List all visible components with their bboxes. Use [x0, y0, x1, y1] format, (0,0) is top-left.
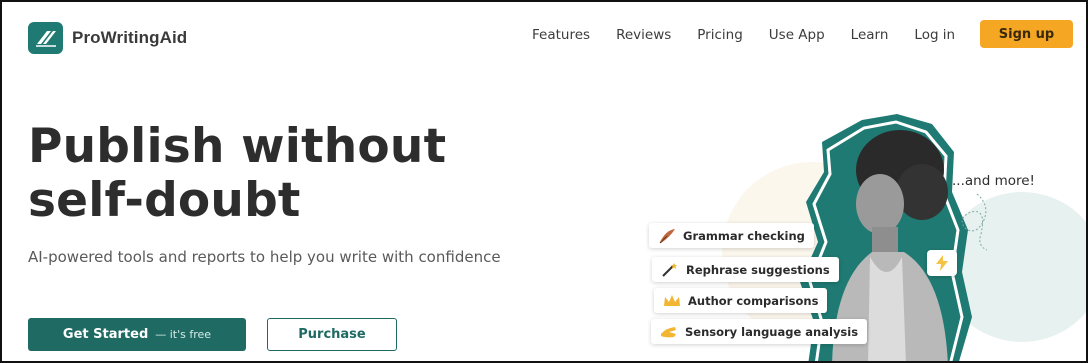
brand-name: ProWritingAid [72, 28, 188, 47]
nav-features[interactable]: Features [532, 27, 590, 43]
nav-learn[interactable]: Learn [851, 27, 889, 43]
hero-title-line-2: self-doubt [28, 173, 301, 228]
hero-title-line-1: Publish without [28, 119, 447, 174]
get-started-label: Get Started [62, 327, 149, 342]
nav-log-in[interactable]: Log in [914, 27, 955, 43]
purchase-button[interactable]: Purchase [267, 318, 397, 351]
quill-icon [658, 228, 676, 244]
feature-label: Author comparisons [688, 293, 819, 308]
page: ProWritingAid Features Reviews Pricing U… [0, 0, 1088, 363]
pinching-hand-icon [660, 325, 678, 339]
nav-use-app[interactable]: Use App [769, 27, 825, 43]
brand-logo-link[interactable]: ProWritingAid [28, 22, 187, 54]
lightning-icon [927, 250, 957, 276]
feature-chip-grammar: Grammar checking [649, 223, 814, 248]
hero-illustration: ...and more! Grammar checking Rephrase s… [602, 102, 1086, 361]
feature-label: Rephrase suggestions [686, 262, 830, 277]
and-more-text: ...and more! [952, 173, 1035, 189]
decorative-squiggle [961, 193, 988, 251]
nav-pricing[interactable]: Pricing [697, 27, 743, 43]
prowritingaid-logo-icon [28, 22, 63, 54]
magic-wand-icon [661, 262, 679, 278]
sign-up-button[interactable]: Sign up [980, 20, 1073, 48]
get-started-suffix: — it's free [155, 328, 212, 341]
hero-subtitle: AI-powered tools and reports to help you… [28, 248, 501, 266]
feature-chip-author: Author comparisons [654, 288, 828, 313]
feature-chip-rephrase: Rephrase suggestions [652, 257, 839, 282]
feature-chip-sensory: Sensory language analysis [651, 319, 868, 344]
get-started-button[interactable]: Get Started — it's free [28, 318, 246, 351]
main-nav: Features Reviews Pricing Use App Learn L… [532, 27, 981, 43]
crown-icon [663, 294, 681, 308]
feature-label: Sensory language analysis [685, 324, 859, 339]
hero-title: Publish without self-doubt [28, 120, 446, 228]
feature-label: Grammar checking [683, 228, 805, 243]
nav-reviews[interactable]: Reviews [616, 27, 671, 43]
top-nav-bar: ProWritingAid Features Reviews Pricing U… [2, 2, 1086, 66]
